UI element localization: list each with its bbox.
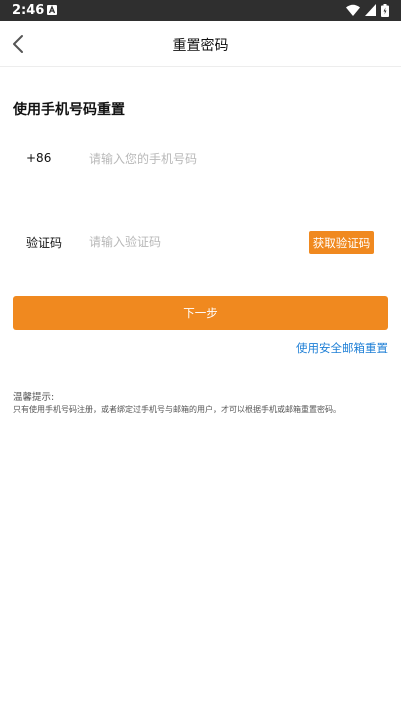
status-bar: 2:46 (0, 0, 401, 21)
verification-code-input[interactable] (89, 233, 299, 251)
page-title: 重置密码 (172, 38, 229, 54)
notification-a-icon (47, 5, 57, 15)
tip-text: 只有使用手机号码注册，或者绑定过手机号与邮箱的用户，才可以根据手机或邮箱重置密码… (13, 405, 341, 414)
code-label: 验证码 (26, 236, 63, 250)
signal-icon (365, 4, 376, 16)
phone-input[interactable] (89, 150, 379, 168)
wifi-icon (346, 4, 360, 16)
get-code-button[interactable]: 获取验证码 (309, 231, 374, 254)
phone-prefix[interactable]: +86 (26, 151, 51, 165)
status-time: 2:46 (12, 3, 45, 18)
email-reset-link[interactable]: 使用安全邮箱重置 (296, 340, 388, 356)
nav-bar: 重置密码 (0, 21, 401, 67)
battery-icon (381, 3, 389, 17)
section-title: 使用手机号码重置 (13, 102, 125, 118)
status-icons (346, 3, 389, 17)
next-button[interactable]: 下一步 (13, 296, 388, 330)
tip-title: 温馨提示: (13, 392, 55, 403)
